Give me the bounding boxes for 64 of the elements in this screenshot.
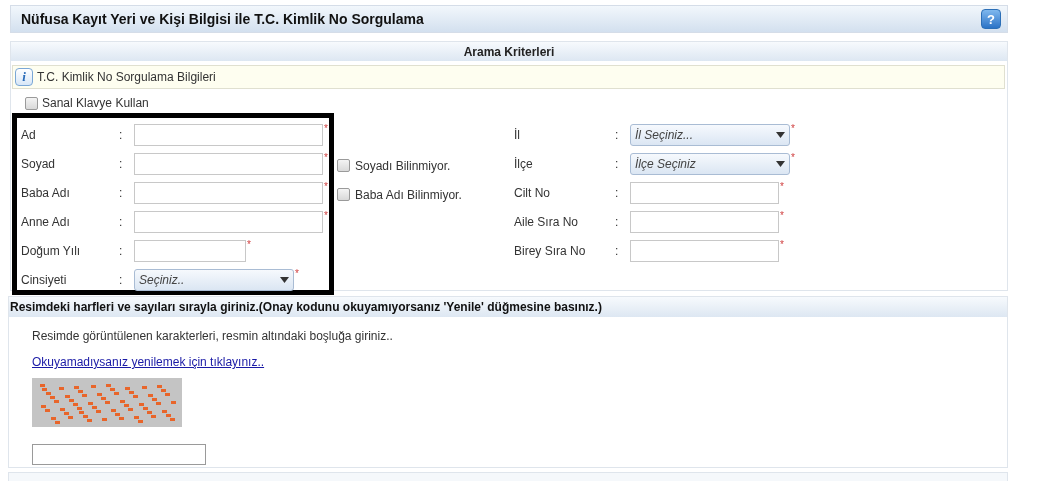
field-label: İl — [514, 126, 521, 144]
checkbox-label: Sanal Klavye Kullan — [42, 95, 149, 112]
section-title: Arama Kriterleri — [463, 43, 555, 61]
field-label: İlçe — [514, 155, 534, 173]
dropdown-placeholder: İlçe Seçiniz — [635, 155, 696, 173]
info-text: T.C. Kimlik No Sorgulama Bilgileri — [37, 69, 216, 86]
required-mark: * — [780, 210, 784, 221]
field-label: Cinsiyeti — [21, 271, 68, 289]
dropdown[interactable]: İlçe Seçiniz — [630, 152, 790, 175]
field-label: Birey Sıra No — [514, 242, 587, 260]
colon: : — [615, 184, 620, 202]
required-mark: * — [324, 210, 328, 221]
input-field[interactable] — [630, 181, 779, 204]
section-title: Resimdeki harfleri ve sayıları sırayla giriniz.(Onay kodunu okuyamıyorsanız 'Yenile' düğmesine basınız.) — [10, 299, 602, 316]
field-label: Aile Sıra No — [514, 213, 580, 231]
field-label: Baba Adı — [21, 184, 71, 202]
input-field[interactable] — [32, 444, 206, 465]
required-mark: * — [791, 123, 795, 134]
caret-icon — [776, 160, 785, 167]
field-label: Doğum Yılı — [21, 242, 82, 260]
colon: : — [119, 242, 124, 260]
colon: : — [615, 242, 620, 260]
colon: : — [119, 213, 124, 231]
colon: : — [119, 155, 124, 173]
checkbox[interactable] — [337, 159, 350, 172]
field-label: Ad — [21, 126, 37, 144]
caret-icon — [280, 276, 289, 283]
required-mark: * — [247, 239, 251, 250]
checkbox[interactable] — [337, 188, 350, 201]
colon: : — [615, 126, 620, 144]
refresh-link[interactable]: Okuyamadıysanız yenilemek için tıklayınız.. — [32, 353, 265, 371]
colon: : — [119, 271, 124, 289]
required-mark: * — [780, 181, 784, 192]
dropdown-placeholder: Seçiniz.. — [139, 271, 185, 289]
input-field[interactable] — [134, 210, 323, 233]
field-label: Anne Adı — [21, 213, 71, 231]
dropdown[interactable]: İl Seçiniz... — [630, 123, 790, 146]
field-label: Cilt No — [514, 184, 551, 202]
colon: : — [615, 213, 620, 231]
required-mark: * — [780, 239, 784, 250]
colon: : — [119, 184, 124, 202]
checkbox[interactable] — [25, 96, 38, 110]
input-field[interactable] — [134, 123, 323, 146]
checkbox-label: Baba Adı Bilinmiyor. — [355, 186, 462, 204]
input-field[interactable] — [630, 239, 779, 262]
colon: : — [615, 155, 620, 173]
input-field[interactable] — [630, 210, 779, 233]
info-icon: i — [15, 68, 33, 86]
input-field[interactable] — [134, 181, 323, 204]
required-mark: * — [324, 181, 328, 192]
caret-icon — [776, 131, 785, 138]
input-field[interactable] — [134, 239, 246, 262]
instruction-text: Resimde görüntülenen karakterleri, resmin altındaki boşluğa giriniz.. — [32, 328, 393, 345]
dropdown[interactable]: Seçiniz.. — [134, 268, 294, 291]
field-label: Soyad — [21, 155, 57, 173]
colon: : — [119, 126, 124, 144]
dropdown-placeholder: İl Seçiniz... — [635, 126, 694, 144]
checkbox-label: Soyadı Bilinmiyor. — [355, 157, 451, 175]
input-field[interactable] — [134, 152, 323, 175]
required-mark: * — [324, 152, 328, 163]
required-mark: * — [791, 152, 795, 163]
page-title: Nüfusa Kayıt Yeri ve Kişi Bilgisi ile T.C. Kimlik No Sorgulama — [21, 9, 424, 29]
required-mark: * — [295, 268, 299, 279]
required-mark: * — [324, 123, 328, 134]
